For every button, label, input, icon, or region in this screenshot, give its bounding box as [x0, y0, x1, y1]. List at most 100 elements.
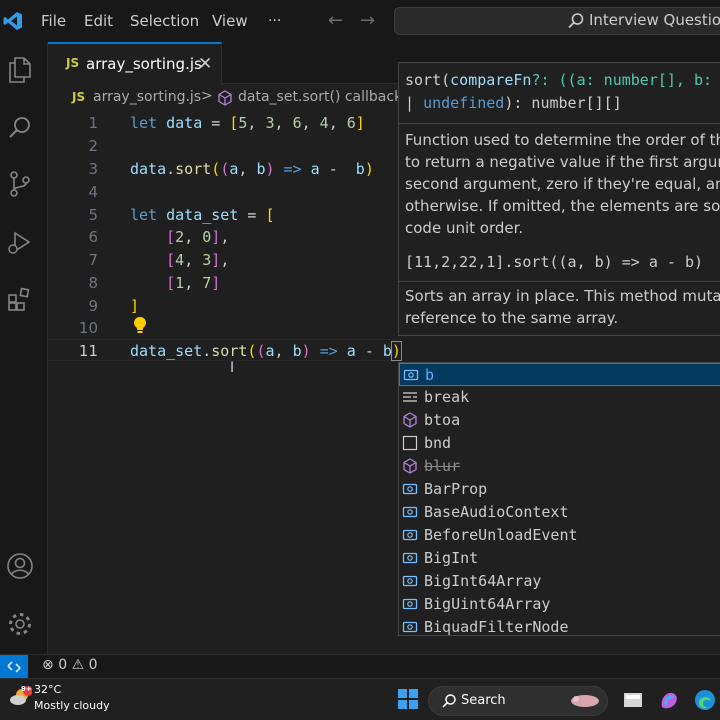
- menu-view[interactable]: View: [212, 0, 248, 42]
- breadcrumb-separator: >: [201, 88, 213, 104]
- vscode-logo-icon[interactable]: [0, 0, 26, 42]
- run-debug-icon[interactable]: [4, 226, 36, 258]
- source-control-icon[interactable]: [4, 168, 36, 200]
- forward-arrow-icon[interactable]: →: [360, 0, 375, 42]
- edge-browser-icon[interactable]: [694, 689, 716, 711]
- code-line-8: [1, 7]: [166, 274, 221, 292]
- weather-description: Mostly cloudy: [34, 699, 110, 712]
- suggestion-item[interactable]: BigUint64Array: [399, 593, 720, 616]
- line-number-active: 11: [78, 342, 98, 360]
- suggestion-item[interactable]: bnd: [399, 432, 720, 455]
- hover-doc-line: reference to the same array.: [405, 309, 619, 327]
- taskbar-search-box[interactable]: Search: [428, 686, 608, 716]
- activity-bar: [0, 42, 48, 654]
- search-icon: [567, 12, 585, 34]
- code-line-5: let data_set = [: [130, 206, 275, 224]
- error-count: 0: [58, 657, 68, 673]
- line-number: 9: [88, 297, 98, 315]
- search-highlight-icon: [567, 691, 603, 715]
- method-icon: [402, 458, 418, 474]
- problems-indicator[interactable]: ⊗ 0 ⚠ 0: [42, 657, 98, 673]
- weather-icon[interactable]: 9+: [8, 685, 33, 707]
- tab-label: array_sorting.js: [86, 55, 202, 73]
- line-number: 7: [88, 251, 98, 269]
- notification-badge: 9+: [21, 685, 32, 693]
- code-line-1: let data = [5, 3, 6, 4, 6]: [130, 114, 365, 132]
- code-line-7: [4, 3],: [166, 251, 230, 269]
- menu-edit[interactable]: Edit: [84, 0, 113, 42]
- breadcrumb-file[interactable]: array_sorting.js: [93, 89, 201, 105]
- autocomplete-suggestions: b break btoa bnd blur BarProp BaseAudioC…: [398, 362, 720, 636]
- lightbulb-icon[interactable]: [132, 316, 148, 338]
- suggestion-item[interactable]: BiquadFilterNode: [399, 616, 720, 635]
- suggestion-item[interactable]: BigInt64Array: [399, 570, 720, 593]
- hover-doc-line: to return a negative value if the first …: [405, 153, 720, 171]
- menu-selection[interactable]: Selection: [130, 0, 199, 42]
- suggestion-item[interactable]: BaseAudioContext: [399, 501, 720, 524]
- tab-array-sorting[interactable]: JS array_sorting.js ✕: [48, 42, 222, 85]
- taskbar-search-label: Search: [461, 693, 506, 708]
- hover-doc-line: code unit order.: [405, 219, 524, 237]
- keyword-icon: [402, 389, 418, 405]
- line-number: 5: [88, 206, 98, 224]
- remote-indicator[interactable]: [0, 655, 28, 679]
- hover-divider: [399, 123, 720, 124]
- command-center-label: Interview Questions: [589, 11, 720, 29]
- extensions-icon[interactable]: [4, 284, 36, 316]
- suggestion-item[interactable]: btoa: [399, 409, 720, 432]
- variable-icon: [403, 367, 419, 383]
- weather-temperature: 32°C: [34, 683, 62, 696]
- hover-doc-line: otherwise. If omitted, the elements are …: [405, 197, 720, 215]
- line-number: 6: [88, 228, 98, 246]
- variable-icon: [402, 481, 418, 497]
- code-line-6: [2, 0],: [166, 228, 230, 246]
- hover-doc-line: Function used to determine the order of …: [405, 131, 720, 149]
- settings-gear-icon[interactable]: [4, 608, 36, 640]
- line-number: 8: [88, 274, 98, 292]
- breadcrumb-symbol[interactable]: data_set.sort() callback: [238, 89, 402, 105]
- function-signature: sort(compareFn?: ((a: number[], b: | und…: [405, 71, 720, 112]
- suggestion-item[interactable]: break: [399, 386, 720, 409]
- file-explorer-app-icon[interactable]: [622, 689, 644, 711]
- copilot-app-icon[interactable]: [658, 689, 680, 711]
- code-line-3: data.sort((a, b) => a - b): [130, 160, 374, 178]
- title-bar: File Edit Selection View ··· ← → Intervi…: [0, 0, 720, 42]
- suggestion-item[interactable]: BarProp: [399, 478, 720, 501]
- warning-icon: ⚠: [71, 657, 85, 673]
- line-number: 10: [78, 319, 98, 337]
- variable-icon: [402, 527, 418, 543]
- variable-icon: [402, 619, 418, 635]
- close-icon[interactable]: ✕: [198, 54, 212, 74]
- command-center[interactable]: Interview Questions: [394, 7, 720, 35]
- variable-icon: [402, 573, 418, 589]
- back-arrow-icon[interactable]: ←: [328, 0, 343, 42]
- variable-icon: [402, 596, 418, 612]
- search-icon: [441, 693, 457, 713]
- menu-file[interactable]: File: [41, 0, 66, 42]
- account-icon[interactable]: [4, 550, 36, 582]
- hover-example: [11,2,22,1].sort((a, b) => a - b): [405, 253, 704, 271]
- warning-count: 0: [88, 657, 98, 673]
- suggestion-item[interactable]: BigInt: [399, 547, 720, 570]
- suggestion-item[interactable]: blur: [399, 455, 720, 478]
- js-file-icon: JS: [72, 90, 86, 104]
- search-view-icon[interactable]: [4, 112, 36, 144]
- status-bar: ⊗ 0 ⚠ 0: [0, 654, 720, 679]
- suggestion-item[interactable]: BeforeUnloadEvent: [399, 524, 720, 547]
- hover-divider: [399, 281, 720, 282]
- windows-taskbar: 9+ 32°C Mostly cloudy Search: [0, 678, 720, 720]
- mouse-cursor-icon: I: [230, 360, 235, 376]
- hover-documentation: sort(compareFn?: ((a: number[], b: | und…: [398, 62, 720, 336]
- variable-icon: [402, 504, 418, 520]
- js-file-icon: JS: [66, 56, 80, 70]
- hover-doc-line: Sorts an array in place. This method mut…: [405, 287, 720, 305]
- hover-doc-line: second argument, zero if they're equal, …: [405, 175, 720, 193]
- explorer-icon[interactable]: [4, 54, 36, 86]
- error-icon: ⊗: [42, 657, 54, 673]
- windows-start-icon[interactable]: [398, 689, 418, 713]
- menu-more-icon[interactable]: ···: [268, 0, 281, 42]
- line-number: 2: [88, 137, 98, 155]
- code-line-9: ]: [130, 297, 140, 315]
- line-number: 3: [88, 160, 98, 178]
- suggestion-item[interactable]: b: [399, 363, 720, 386]
